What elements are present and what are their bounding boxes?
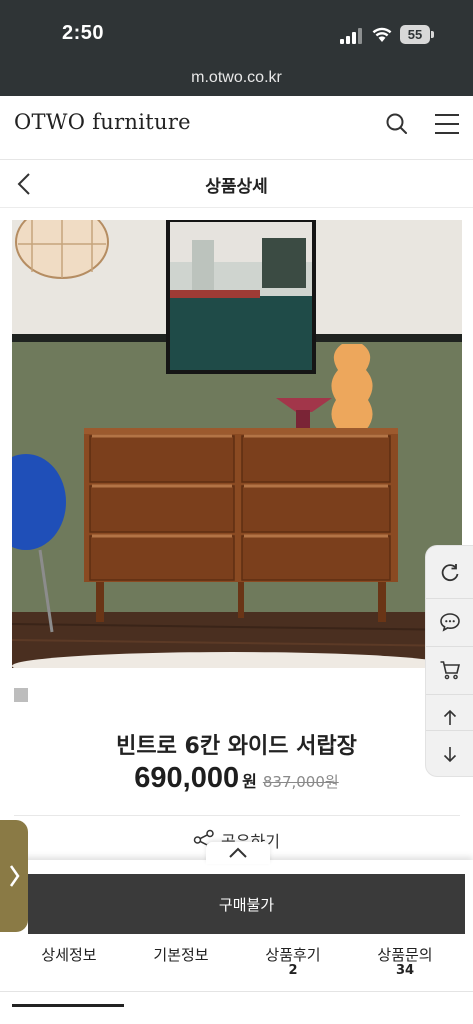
search-icon	[386, 113, 407, 134]
battery-indicator: 55	[400, 25, 430, 44]
browser-url[interactable]: m.otwo.co.kr	[0, 69, 473, 87]
product-image[interactable]	[12, 220, 462, 668]
tab-label: 상세정보	[41, 946, 97, 964]
divider	[14, 815, 460, 816]
refresh-button[interactable]	[426, 550, 473, 596]
tab-label: 상품문의	[377, 946, 433, 964]
tab-label: 상품후기	[265, 946, 321, 964]
sheet-toggle-button[interactable]	[206, 842, 270, 864]
refresh-icon	[441, 564, 459, 582]
product-name: 빈트로 6칸 와이드 서랍장	[116, 734, 357, 759]
tab-inquiries[interactable]: 상품문의 34	[346, 936, 464, 992]
tab-count: 2	[288, 963, 298, 978]
cellular-signal-icon	[340, 28, 364, 44]
sale-price: 690,000	[134, 762, 240, 794]
sub-header: 상품상세	[0, 160, 473, 208]
page-title: 상품상세	[205, 177, 268, 197]
active-tab-indicator	[12, 1004, 124, 1007]
search-button[interactable]	[383, 110, 411, 138]
chevron-right-icon	[9, 865, 20, 887]
chat-button[interactable]	[426, 598, 473, 644]
site-logo[interactable]: OTWO furniture	[14, 110, 191, 134]
cart-button[interactable]	[426, 646, 473, 692]
site-header: OTWO furniture	[0, 96, 473, 160]
status-time: 2:50	[62, 22, 105, 44]
cart-icon	[440, 660, 461, 679]
image-thumbnail-indicator[interactable]	[14, 688, 28, 702]
arrow-up-icon	[443, 709, 457, 725]
tab-count: 34	[395, 963, 415, 978]
battery-tip	[431, 31, 434, 38]
wifi-icon	[372, 27, 392, 42]
hamburger-menu-icon[interactable]	[432, 110, 460, 138]
price-unit: 원	[242, 772, 257, 791]
original-price: 837,000원	[262, 773, 339, 791]
status-bar: 2:50 55 m.otwo.co.kr	[0, 0, 473, 96]
tab-basic-info[interactable]: 기본정보	[122, 936, 240, 992]
tab-label: 기본정보	[153, 946, 209, 964]
side-drawer-tab[interactable]	[0, 820, 28, 932]
tab-reviews[interactable]: 상품후기 2	[234, 936, 352, 992]
tab-detail-info[interactable]: 상세정보	[10, 936, 128, 992]
product-tabs: 상세정보 기본정보 상품후기 2 상품문의 34	[0, 936, 473, 992]
chevron-up-icon	[229, 847, 247, 858]
price-row: 690,000 원 837,000원	[0, 762, 473, 795]
buy-button-label: 구매불가	[218, 895, 275, 914]
buy-button[interactable]: 구매불가	[28, 874, 465, 934]
chat-icon	[440, 612, 460, 632]
